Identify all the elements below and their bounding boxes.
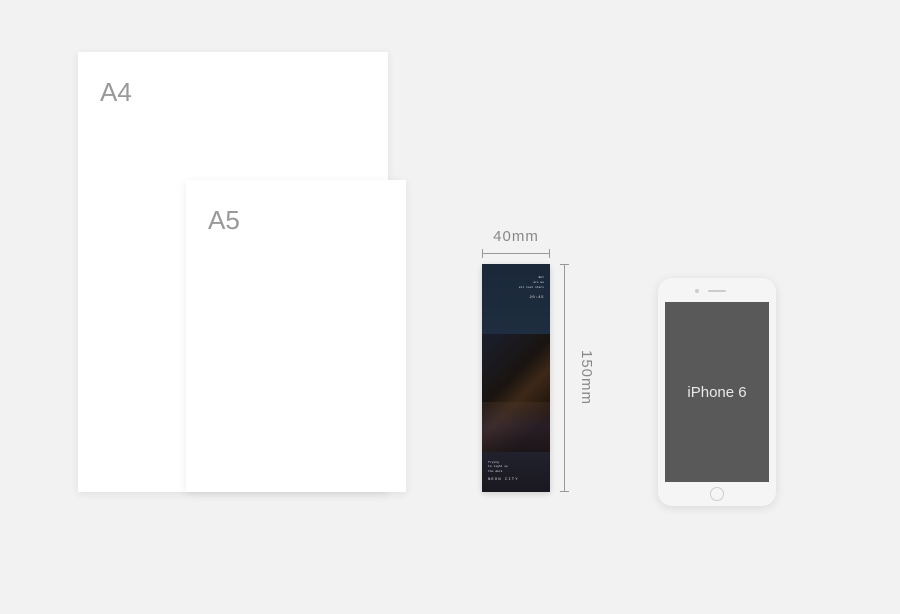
bookmark-line3: all lost stars xyxy=(519,286,544,291)
a5-label: A5 xyxy=(208,205,240,236)
bookmark-product: But are we all lost stars 20:45 Trying t… xyxy=(482,264,550,492)
phone-camera-icon xyxy=(695,289,699,293)
bookmark-bottom-line3: the dark xyxy=(488,470,544,475)
bookmark-reflection xyxy=(482,402,550,452)
phone-screen: iPhone 6 xyxy=(665,302,769,482)
a4-label: A4 xyxy=(100,77,132,108)
bookmark-top-text: But are we all lost stars 20:45 xyxy=(519,276,544,302)
height-dimension-label: 150mm xyxy=(578,350,595,405)
height-dimension: 150mm xyxy=(560,264,595,492)
bookmark-title: NEON CITY xyxy=(488,478,544,482)
phone-home-button-icon xyxy=(710,487,724,501)
bookmark-bottom-text: Trying to light up the dark NEON CITY xyxy=(488,461,544,483)
phone-speaker-icon xyxy=(708,290,726,292)
a5-paper: A5 xyxy=(186,180,406,492)
width-dimension: 40mm xyxy=(482,228,550,259)
width-dimension-label: 40mm xyxy=(482,228,550,245)
phone-model-label: iPhone 6 xyxy=(687,384,746,401)
height-dimension-line xyxy=(560,264,570,492)
iphone-mockup: iPhone 6 xyxy=(658,278,776,506)
bookmark-time: 20:45 xyxy=(519,295,544,301)
width-dimension-line xyxy=(482,249,550,259)
